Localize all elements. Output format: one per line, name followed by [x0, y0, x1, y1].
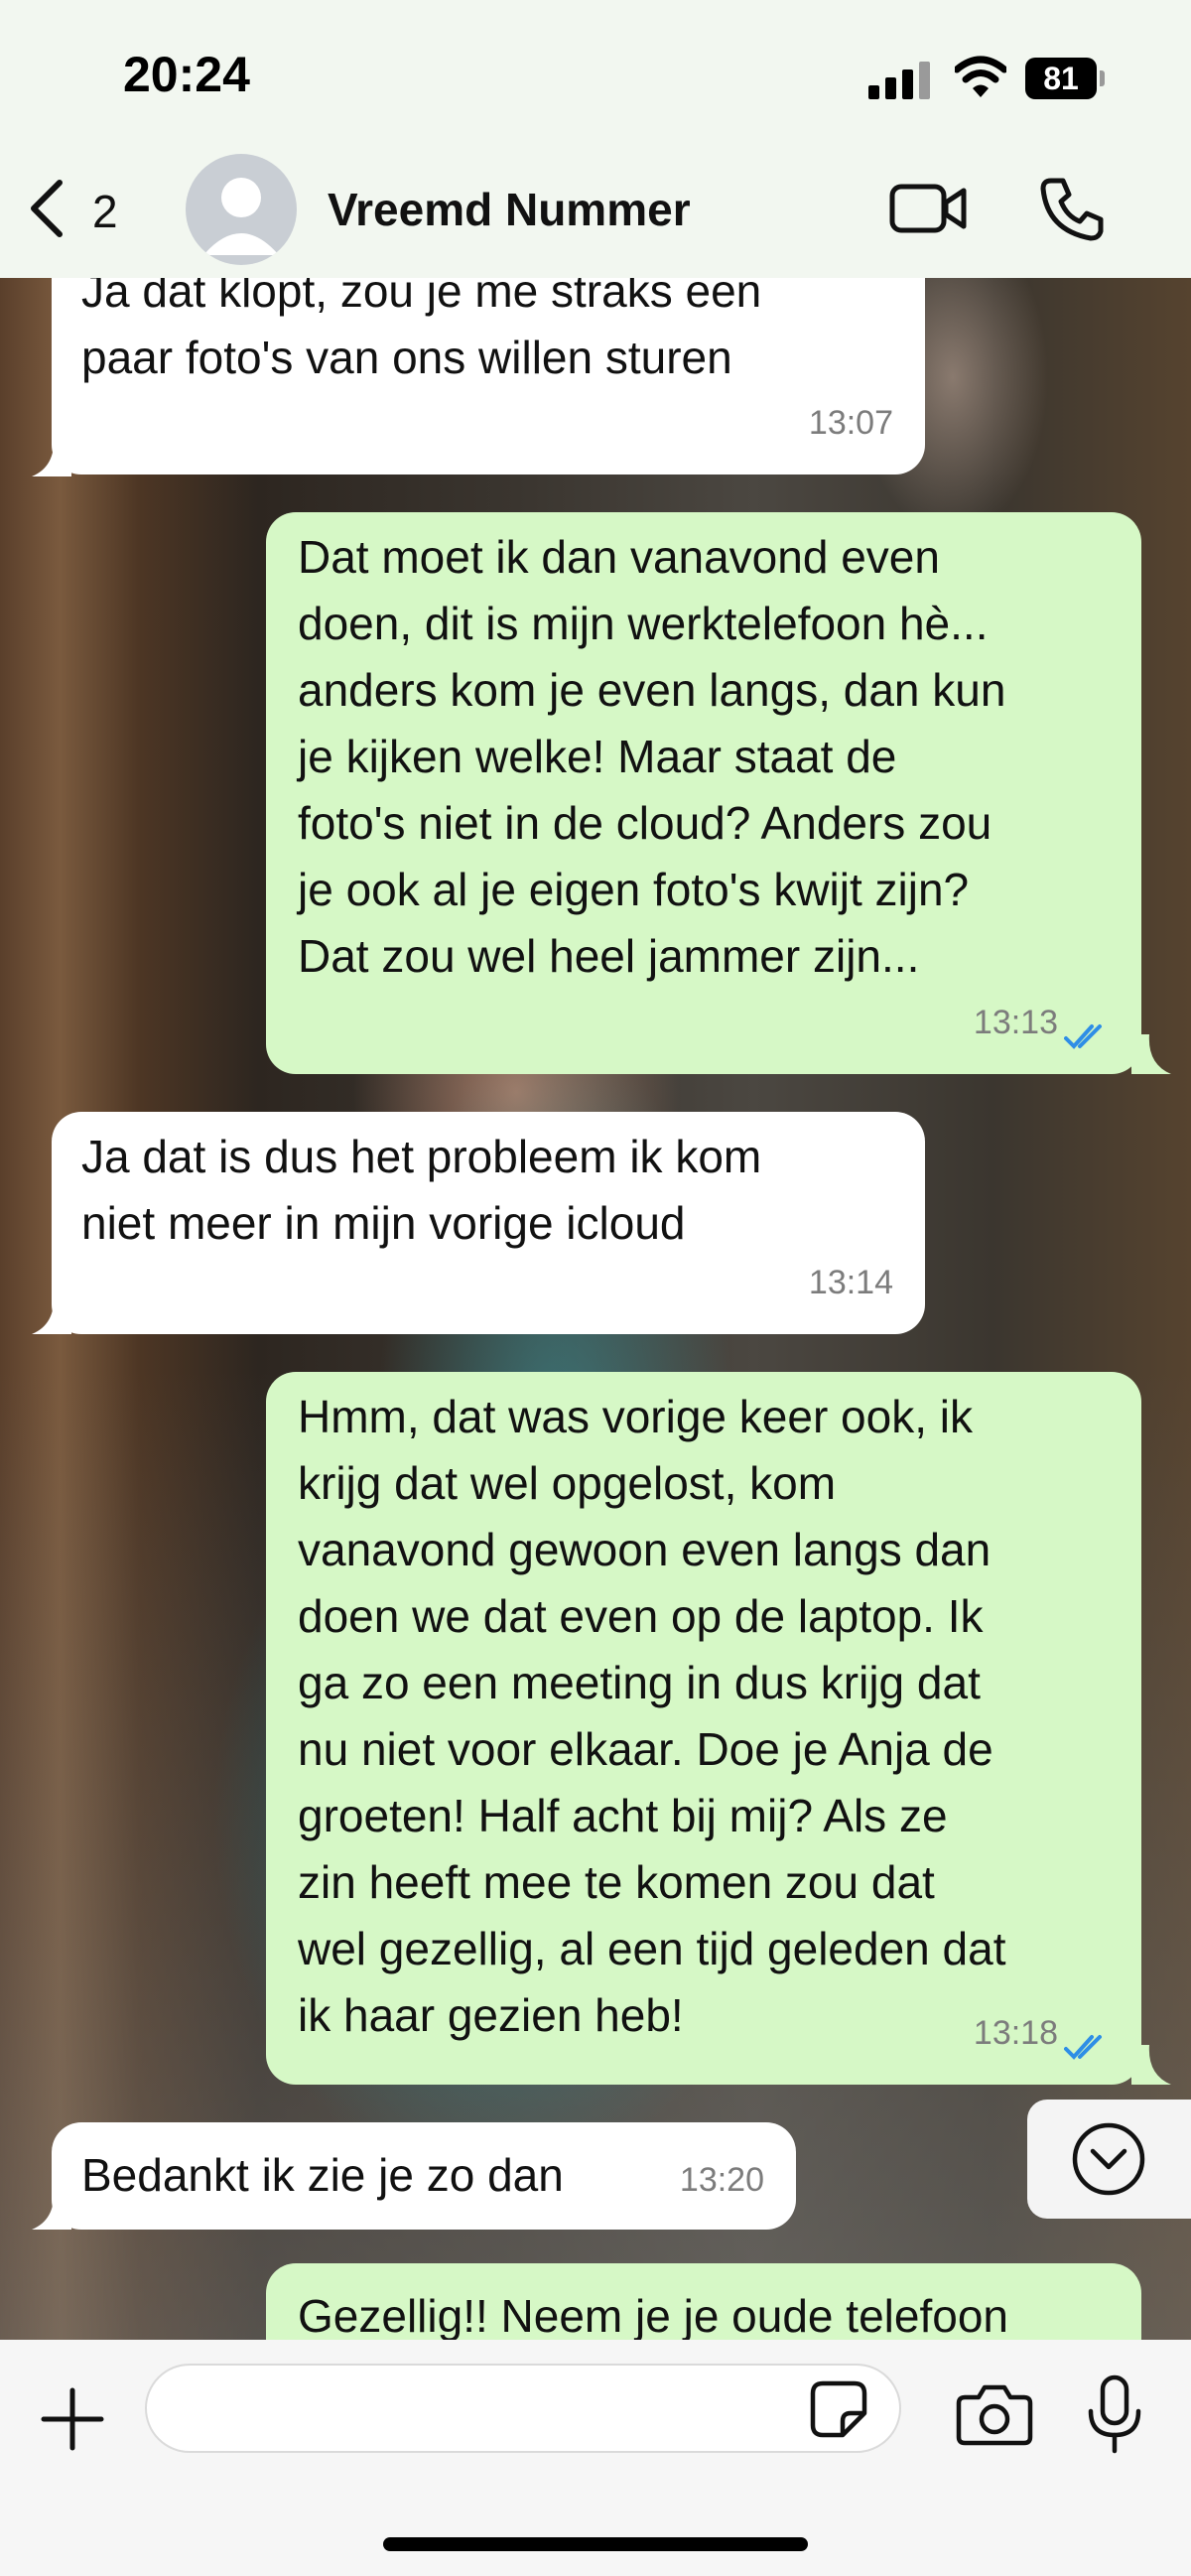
home-indicator [383, 2537, 808, 2551]
plus-icon[interactable] [38, 2384, 107, 2454]
message-time: 13:13 [973, 1004, 1058, 1041]
message-time: 13:20 [679, 2161, 764, 2199]
scroll-down-icon [1072, 2122, 1145, 2196]
scroll-down-button[interactable] [1027, 2100, 1191, 2219]
video-call-icon[interactable] [888, 179, 968, 238]
message-time: 13:18 [973, 2014, 1058, 2052]
message-text: Ja dat is dus het probleem ik kom niet m… [81, 1131, 762, 1249]
signal-icon [868, 60, 932, 99]
message-outgoing[interactable]: Hmm, dat was vorige keer ook, ik krijg d… [266, 1372, 1141, 2085]
phone-icon[interactable] [1037, 175, 1107, 244]
unread-count[interactable]: 2 [92, 185, 118, 238]
input-bar [0, 2340, 1191, 2576]
message-incoming[interactable]: Ja dat is dus het probleem ik kom niet m… [52, 1112, 925, 1334]
message-time: 13:14 [808, 1264, 893, 1301]
avatar-icon[interactable] [186, 154, 297, 265]
message-text: Gezellig!! Neem je je oude telefoon [298, 2290, 1008, 2340]
battery-icon: 81 [1025, 58, 1105, 99]
message-incoming[interactable]: Bedankt ik zie je zo dan 13:20 [52, 2122, 796, 2230]
wifi-icon [955, 56, 1006, 97]
message-input[interactable] [145, 2364, 901, 2453]
read-receipt-icon [1064, 2035, 1102, 2060]
status-time: 20:24 [123, 47, 250, 102]
message-time: 13:07 [808, 404, 893, 442]
chat-screen: 20:24 81 2 Vreemd Nummer Ja dat klopt, z… [0, 0, 1191, 2576]
message-incoming[interactable]: Ja dat klopt, zou je me straks een paar … [52, 278, 925, 475]
chat-area: Ja dat klopt, zou je me straks een paar … [0, 278, 1191, 2340]
message-input-field[interactable] [177, 2366, 776, 2453]
message-text: Dat moet ik dan vanavond even doen, dit … [298, 531, 1006, 982]
message-text: Hmm, dat was vorige keer ook, ik krijg d… [298, 1391, 1006, 2041]
read-receipt-icon [1064, 1024, 1102, 1049]
microphone-icon[interactable] [1085, 2373, 1144, 2457]
message-outgoing[interactable]: Gezellig!! Neem je je oude telefoon [266, 2263, 1141, 2340]
message-outgoing[interactable]: Dat moet ik dan vanavond even doen, dit … [266, 512, 1141, 1074]
back-chevron-icon[interactable] [24, 179, 71, 238]
sticker-icon[interactable] [809, 2379, 868, 2439]
camera-icon[interactable] [955, 2381, 1034, 2447]
message-text: Ja dat klopt, zou je me straks een paar … [81, 278, 762, 383]
battery-level: 81 [1025, 58, 1097, 99]
top-bar: 20:24 81 2 Vreemd Nummer [0, 0, 1191, 278]
contact-name[interactable]: Vreemd Nummer [328, 183, 691, 236]
